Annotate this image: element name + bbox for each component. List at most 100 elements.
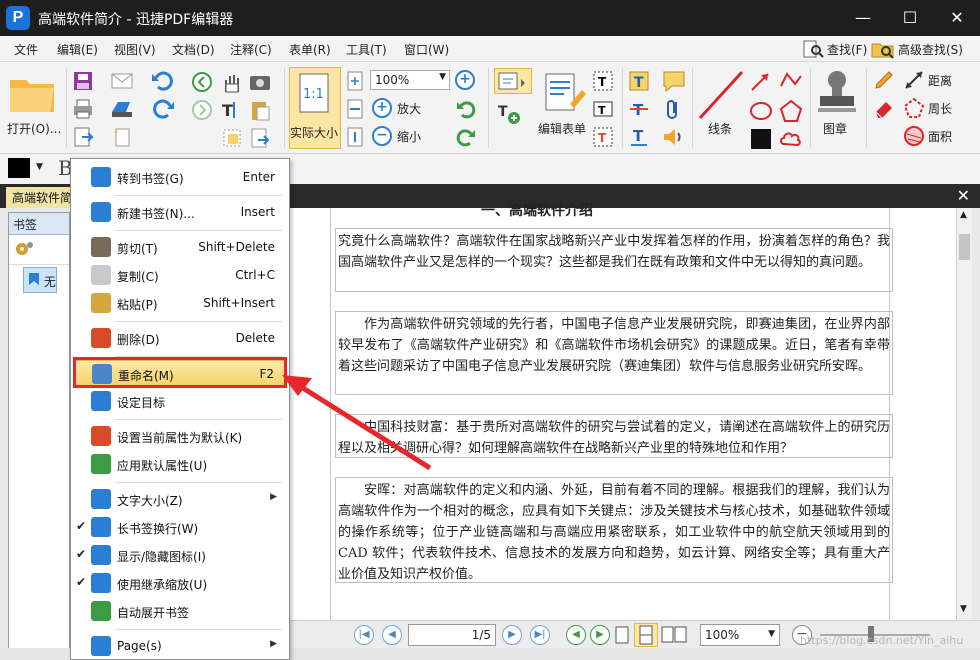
menu-view[interactable]: 视图(V) — [114, 41, 156, 58]
pdf-export-icon[interactable] — [248, 126, 272, 150]
open-folder-icon[interactable] — [8, 72, 58, 116]
line-tool-icon[interactable] — [696, 68, 746, 122]
scroll-up-icon[interactable]: ▲ — [960, 210, 967, 220]
menu-form[interactable]: 表单(R) — [289, 41, 331, 58]
scrollbar-thumb[interactable] — [959, 234, 970, 260]
highlight-area-icon[interactable] — [220, 126, 244, 150]
context-menu-item[interactable]: 剪切(T) Shift+Delete — [73, 234, 287, 260]
close-tab-icon[interactable]: ✕ — [957, 186, 970, 205]
export-icon[interactable] — [72, 126, 94, 148]
menu-document[interactable]: 文档(D) — [172, 41, 215, 58]
color-swatch[interactable] — [8, 158, 30, 178]
save-icon[interactable] — [72, 70, 94, 92]
paragraph[interactable]: 作为高端软件研究领域的先行者，中国电子信息产业发展研究院，即赛迪集团，在业界内部… — [335, 311, 893, 395]
go-forward-icon[interactable]: ▶ — [590, 625, 610, 645]
perimeter-label[interactable]: 周长 — [928, 100, 952, 117]
first-page-icon[interactable]: |◀ — [354, 625, 374, 645]
sound-icon[interactable] — [662, 126, 686, 148]
document-viewer[interactable]: 一、高端软件介绍 究竟什么高端软件？高端软件在国家战略新兴产业中发挥着怎样的作用… — [290, 203, 972, 620]
underline-icon[interactable]: T — [628, 126, 650, 148]
menu-comment[interactable]: 注释(C) — [230, 41, 272, 58]
line-label[interactable]: 线条 — [708, 120, 732, 137]
bookmark-item[interactable]: 无标 — [23, 267, 57, 293]
single-page-icon[interactable] — [612, 625, 632, 645]
paragraph[interactable]: 安晖：对高端软件的定义和内涵、外延，目前有着不同的理解。根据我们的理解，我们认为… — [335, 477, 893, 583]
page-number-input[interactable]: 1/5 — [408, 624, 496, 646]
maximize-button[interactable]: ☐ — [897, 5, 923, 31]
gear-icon[interactable] — [13, 239, 35, 259]
ellipse-tool-icon[interactable] — [748, 98, 774, 124]
cloud-tool-icon[interactable] — [778, 126, 804, 152]
context-menu-item[interactable]: 转到书签(G) Enter — [73, 164, 287, 190]
chevron-down-icon[interactable]: ▼ — [36, 162, 43, 172]
attachment-icon[interactable] — [662, 98, 686, 120]
zoom-out-icon[interactable]: − — [372, 126, 392, 146]
distance-tool-icon[interactable] — [902, 68, 926, 92]
rectangle-tool-icon[interactable] — [748, 126, 774, 152]
context-menu-item[interactable]: 粘贴(P) Shift+Insert — [73, 290, 287, 316]
context-menu-item[interactable]: ✔ 显示/隐藏图标(I) — [73, 542, 287, 568]
perimeter-tool-icon[interactable] — [902, 96, 926, 120]
tab-document[interactable]: 高端软件简 — [6, 187, 79, 208]
paragraph[interactable]: 究竟什么高端软件？高端软件在国家战略新兴产业中发挥着怎样的作用，扮演着怎样的角色… — [335, 228, 893, 292]
print-icon[interactable] — [72, 98, 94, 120]
continuous-page-button[interactable] — [634, 623, 658, 647]
close-window-button[interactable]: ✕ — [944, 5, 970, 31]
redo-icon[interactable] — [150, 98, 176, 120]
last-page-icon[interactable]: ▶| — [530, 625, 550, 645]
fit-visible-icon[interactable] — [344, 126, 366, 148]
fit-width-icon[interactable] — [344, 98, 366, 120]
polyline-tool-icon[interactable] — [778, 68, 804, 94]
facing-pages-icon[interactable] — [660, 625, 696, 645]
scroll-down-icon[interactable]: ▼ — [960, 604, 967, 614]
text-box-icon[interactable]: T — [592, 70, 614, 92]
pencil-icon[interactable] — [872, 68, 896, 92]
add-text-field-icon[interactable]: T — [494, 98, 530, 128]
actual-size-button[interactable]: 1:1 实际大小 — [289, 67, 341, 149]
stamp-label[interactable]: 图章 — [823, 120, 847, 137]
context-menu-item[interactable]: 复制(C) Ctrl+C — [73, 262, 287, 288]
typewriter-icon[interactable]: T — [628, 70, 650, 92]
open-label[interactable]: 打开(O)... — [7, 120, 61, 137]
previous-page-icon[interactable]: ◀ — [382, 625, 402, 645]
context-menu-item[interactable]: 应用默认属性(U) — [73, 451, 287, 477]
zoom-select[interactable]: 100% ▼ — [370, 70, 450, 90]
distance-label[interactable]: 距离 — [928, 72, 952, 89]
note-icon[interactable] — [662, 70, 686, 92]
context-menu-item[interactable]: ✔ 长书签换行(W) — [73, 514, 287, 540]
paragraph[interactable]: 中国科技财富：基于贵所对高端软件的研究与尝试着的定义，请阐述在高端软件上的研究历… — [335, 414, 893, 458]
context-menu-item[interactable]: ✔ 使用继承缩放(U) — [73, 570, 287, 596]
advanced-find-button[interactable]: 高级查找(S) — [871, 39, 963, 59]
edit-form-icon[interactable] — [540, 70, 588, 118]
zoom-in-circle-icon[interactable]: + — [372, 98, 392, 118]
text-field-icon[interactable]: T — [592, 98, 614, 120]
scanner-icon[interactable] — [110, 98, 136, 120]
rotate-right-icon[interactable] — [455, 126, 477, 148]
context-menu-item[interactable]: 删除(D) Delete — [73, 325, 287, 351]
arrow-tool-icon[interactable] — [748, 68, 774, 94]
edit-form-label[interactable]: 编辑表单 — [538, 120, 586, 137]
find-button[interactable]: 查找(F) — [802, 39, 867, 59]
undo-icon[interactable] — [150, 70, 176, 92]
forward-icon[interactable] — [190, 98, 214, 122]
status-zoom-select[interactable]: 100% ▼ — [700, 624, 780, 646]
go-back-icon[interactable]: ◀ — [566, 625, 586, 645]
eraser-icon[interactable] — [872, 96, 896, 120]
zoom-in-label[interactable]: 放大 — [397, 100, 421, 117]
edit-content-button[interactable] — [494, 68, 532, 94]
context-menu-item[interactable]: 设定目标 — [73, 388, 287, 414]
context-menu-item[interactable]: Page(s) ▶ — [73, 633, 287, 659]
strikeout-icon[interactable]: T — [628, 98, 650, 120]
context-menu-item[interactable]: 设置当前属性为默认(K) — [73, 423, 287, 449]
area-label[interactable]: 面积 — [928, 128, 952, 145]
minimize-button[interactable]: — — [850, 5, 876, 31]
context-menu-item[interactable]: 自动展开书签 — [73, 598, 287, 624]
text-area-icon[interactable]: T — [592, 126, 614, 148]
menu-file[interactable]: 文件 — [14, 41, 38, 58]
email-icon[interactable] — [110, 70, 136, 92]
context-menu-item[interactable]: 新建书签(N)... Insert — [73, 199, 287, 225]
snapshot-icon[interactable] — [248, 70, 272, 94]
zoom-out-label[interactable]: 缩小 — [397, 128, 421, 145]
next-page-icon[interactable]: ▶ — [502, 625, 522, 645]
rotate-left-icon[interactable] — [455, 98, 477, 120]
